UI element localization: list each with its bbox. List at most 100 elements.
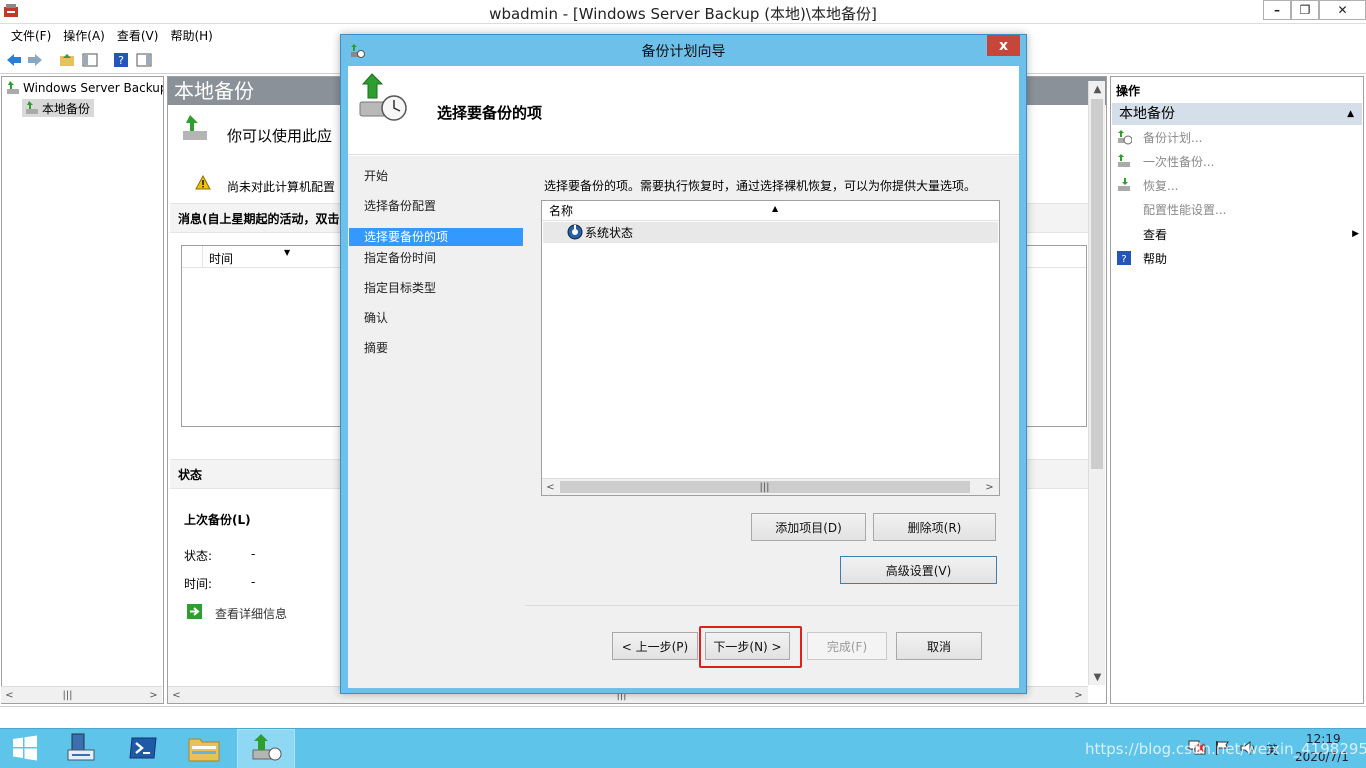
scroll-left-icon[interactable]: < — [168, 687, 185, 703]
menu-action[interactable]: 操作(A) — [58, 27, 110, 44]
taskbar-wbadmin[interactable] — [237, 729, 295, 768]
view-details-link[interactable]: 查看详细信息 — [215, 605, 287, 622]
actions-pane: 操作 本地备份 ▲ 备份计划... 一次性备份... 恢复... 配置性能设置.… — [1110, 76, 1364, 704]
taskbar-file-explorer[interactable] — [175, 729, 233, 768]
backup-icon — [180, 113, 210, 146]
close-button[interactable]: ✕ — [1319, 0, 1366, 20]
actions-group-local-backup[interactable]: 本地备份 ▲ — [1112, 103, 1362, 125]
step-target-type[interactable]: 指定目标类型 — [349, 279, 523, 297]
folder-icon — [188, 734, 220, 765]
scroll-thumb[interactable] — [1091, 99, 1103, 469]
time-value: - — [251, 575, 256, 589]
backup-icon — [22, 100, 42, 116]
forward-arrow-icon[interactable] — [26, 51, 44, 69]
backup-items-list[interactable]: 名称 ▲ 系统状态 < ||| > — [541, 200, 1000, 496]
dialog-body: 选择要备份的项 开始 选择备份配置 选择要备份的项 指定备份时间 指定目标类型 … — [348, 66, 1019, 688]
maximize-button[interactable]: ❐ — [1291, 0, 1319, 20]
step-confirm[interactable]: 确认 — [349, 309, 523, 327]
remove-items-button[interactable]: 删除项(R) — [873, 513, 996, 541]
action-backup-schedule[interactable]: 备份计划... — [1115, 127, 1202, 147]
action-help[interactable]: ? 帮助 — [1115, 248, 1167, 268]
windows-logo-icon — [12, 735, 38, 764]
button-divider — [525, 605, 1019, 606]
wizard-content: 选择要备份的项。需要执行恢复时，通过选择裸机恢复，可以为你提供大量选项。 名称 … — [525, 156, 1019, 688]
list-item[interactable]: 系统状态 — [543, 222, 998, 243]
show-action-pane-icon[interactable] — [135, 51, 153, 69]
action-recover[interactable]: 恢复... — [1115, 175, 1178, 195]
menu-help[interactable]: 帮助(H) — [165, 27, 217, 44]
menu-view[interactable]: 查看(V) — [112, 27, 164, 44]
up-folder-icon[interactable] — [58, 51, 76, 69]
scroll-left-icon[interactable]: < — [542, 479, 559, 496]
recover-icon — [1115, 177, 1133, 193]
list-horizontal-scrollbar[interactable]: < ||| > — [542, 478, 999, 495]
last-backup-heading: 上次备份(L) — [184, 513, 251, 527]
system-state-icon — [567, 224, 583, 243]
dialog-title: 备份计划向导 — [641, 44, 726, 60]
back-arrow-icon[interactable] — [5, 51, 23, 69]
intro-text: 你可以使用此应 — [227, 127, 333, 145]
taskbar-powershell[interactable] — [114, 729, 172, 768]
step-start[interactable]: 开始 — [349, 167, 523, 185]
show-hide-tree-icon[interactable] — [81, 51, 99, 69]
step-summary[interactable]: 摘要 — [349, 339, 523, 357]
scroll-right-icon[interactable]: > — [981, 479, 998, 496]
step-backup-time[interactable]: 指定备份时间 — [349, 249, 523, 267]
help-icon: ? — [1115, 250, 1133, 266]
scroll-right-icon[interactable]: > — [1070, 687, 1087, 703]
wizard-heading: 选择要备份的项 — [437, 104, 543, 122]
powershell-icon — [128, 736, 158, 763]
action-view[interactable]: 查看 ▶ — [1143, 224, 1359, 244]
minimize-button[interactable]: – — [1263, 0, 1291, 20]
step-select-items[interactable]: 选择要备份的项 — [349, 228, 523, 246]
warning-icon — [195, 174, 211, 193]
tree-horizontal-scrollbar[interactable]: < ||| > — [1, 686, 162, 703]
dialog-close-button[interactable]: x — [987, 35, 1020, 56]
status-label: 状态: — [184, 549, 213, 563]
backup-icon — [250, 733, 282, 766]
step-backup-config[interactable]: 选择备份配置 — [349, 197, 523, 215]
backup-schedule-wizard: 备份计划向导 x 选择要备份的项 开始 选择备份配置 选择要备份的项 指定备份时… — [340, 34, 1027, 694]
collapse-up-icon[interactable]: ▲ — [1347, 103, 1354, 125]
tree-item-local-backup[interactable]: 本地备份 — [22, 99, 95, 117]
scroll-right-icon[interactable]: > — [145, 687, 162, 704]
back-button[interactable]: < 上一步(P) — [612, 632, 698, 660]
arrow-right-icon — [187, 604, 202, 622]
svg-text:?: ? — [1121, 254, 1126, 265]
taskbar-server-manager[interactable] — [52, 729, 110, 768]
time-label: 时间: — [184, 577, 213, 591]
column-header-name[interactable]: 名称 ▲ — [542, 201, 999, 221]
advanced-settings-button[interactable]: 高级设置(V) — [840, 556, 997, 584]
next-button-highlight — [699, 626, 802, 668]
scroll-up-icon[interactable]: ▲ — [1089, 81, 1106, 98]
action-once-backup[interactable]: 一次性备份... — [1115, 151, 1214, 171]
sort-desc-icon: ▼ — [284, 248, 291, 257]
start-button[interactable] — [0, 729, 50, 768]
scroll-left-icon[interactable]: < — [1, 687, 18, 704]
tree-item-root[interactable]: Windows Server Backup — [5, 79, 164, 97]
backup-schedule-large-icon — [356, 72, 410, 129]
wizard-header: 选择要备份的项 — [348, 66, 1019, 155]
warning-text: 尚未对此计算机配置 — [227, 180, 336, 194]
console-tree: Windows Server Backup 本地备份 — [1, 76, 164, 704]
window-title: wbadmin - [Windows Server Backup (本地)\本地… — [489, 5, 877, 23]
menu-file[interactable]: 文件(F) — [6, 27, 56, 44]
tree-item-local-backup-label: 本地备份 — [42, 101, 91, 116]
scroll-down-icon[interactable]: ▼ — [1089, 669, 1106, 686]
status-bar — [0, 706, 1366, 728]
action-configure-performance[interactable]: 配置性能设置... — [1143, 199, 1226, 219]
svg-text:?: ? — [118, 54, 124, 67]
help-icon[interactable]: ? — [112, 51, 130, 69]
window-titlebar: wbadmin - [Windows Server Backup (本地)\本地… — [0, 0, 1366, 24]
add-items-button[interactable]: 添加项目(D) — [751, 513, 866, 541]
finish-button[interactable]: 完成(F) — [807, 632, 887, 660]
scroll-thumb-grip-icon: ||| — [759, 482, 770, 493]
column-header-time[interactable]: 时间 — [209, 250, 233, 267]
cancel-button[interactable]: 取消 — [896, 632, 982, 660]
tree-item-root-label: Windows Server Backup — [23, 81, 164, 95]
scroll-thumb-grip-icon[interactable]: ||| — [59, 687, 76, 704]
results-vertical-scrollbar[interactable]: ▲ ▼ — [1088, 81, 1105, 685]
wizard-description: 选择要备份的项。需要执行恢复时，通过选择裸机恢复，可以为你提供大量选项。 — [544, 179, 977, 193]
sort-asc-icon: ▲ — [772, 204, 779, 213]
actions-group-label: 本地备份 — [1119, 106, 1175, 122]
